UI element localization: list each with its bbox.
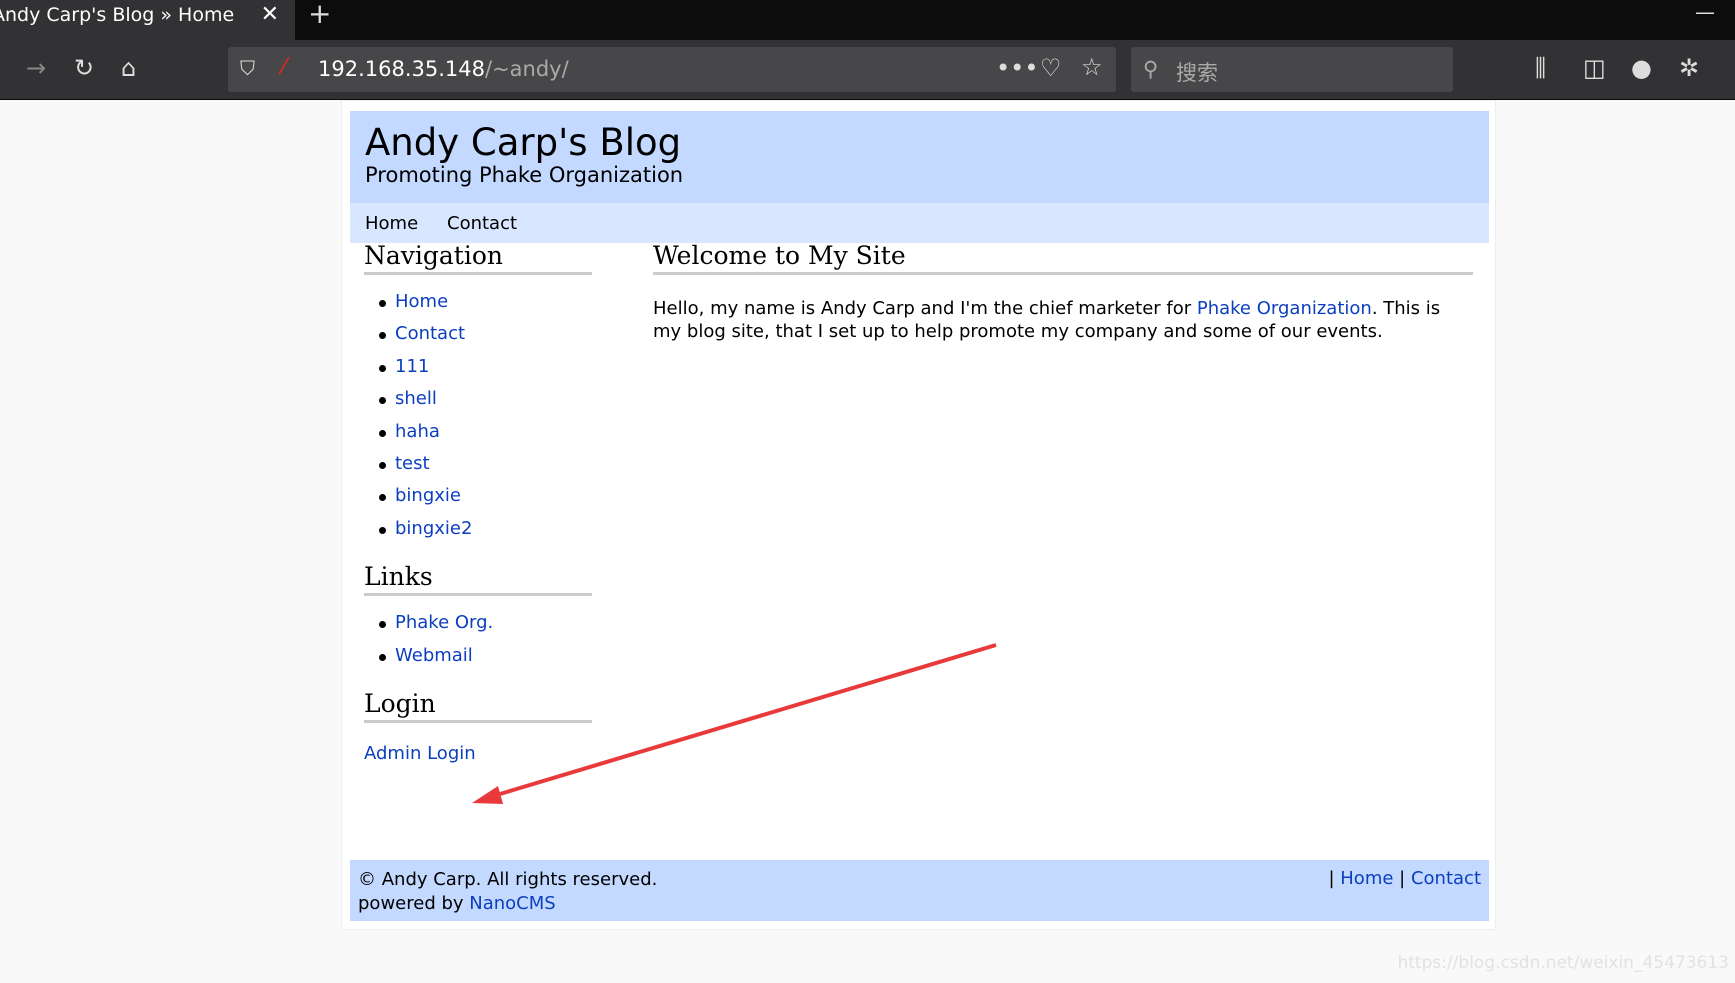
arrow-shaft — [489, 643, 997, 799]
arrow-head — [472, 786, 503, 804]
watermark: https://blog.csdn.net/weixin_45473613 — [1397, 953, 1729, 973]
red-annotation-arrow — [472, 643, 997, 804]
